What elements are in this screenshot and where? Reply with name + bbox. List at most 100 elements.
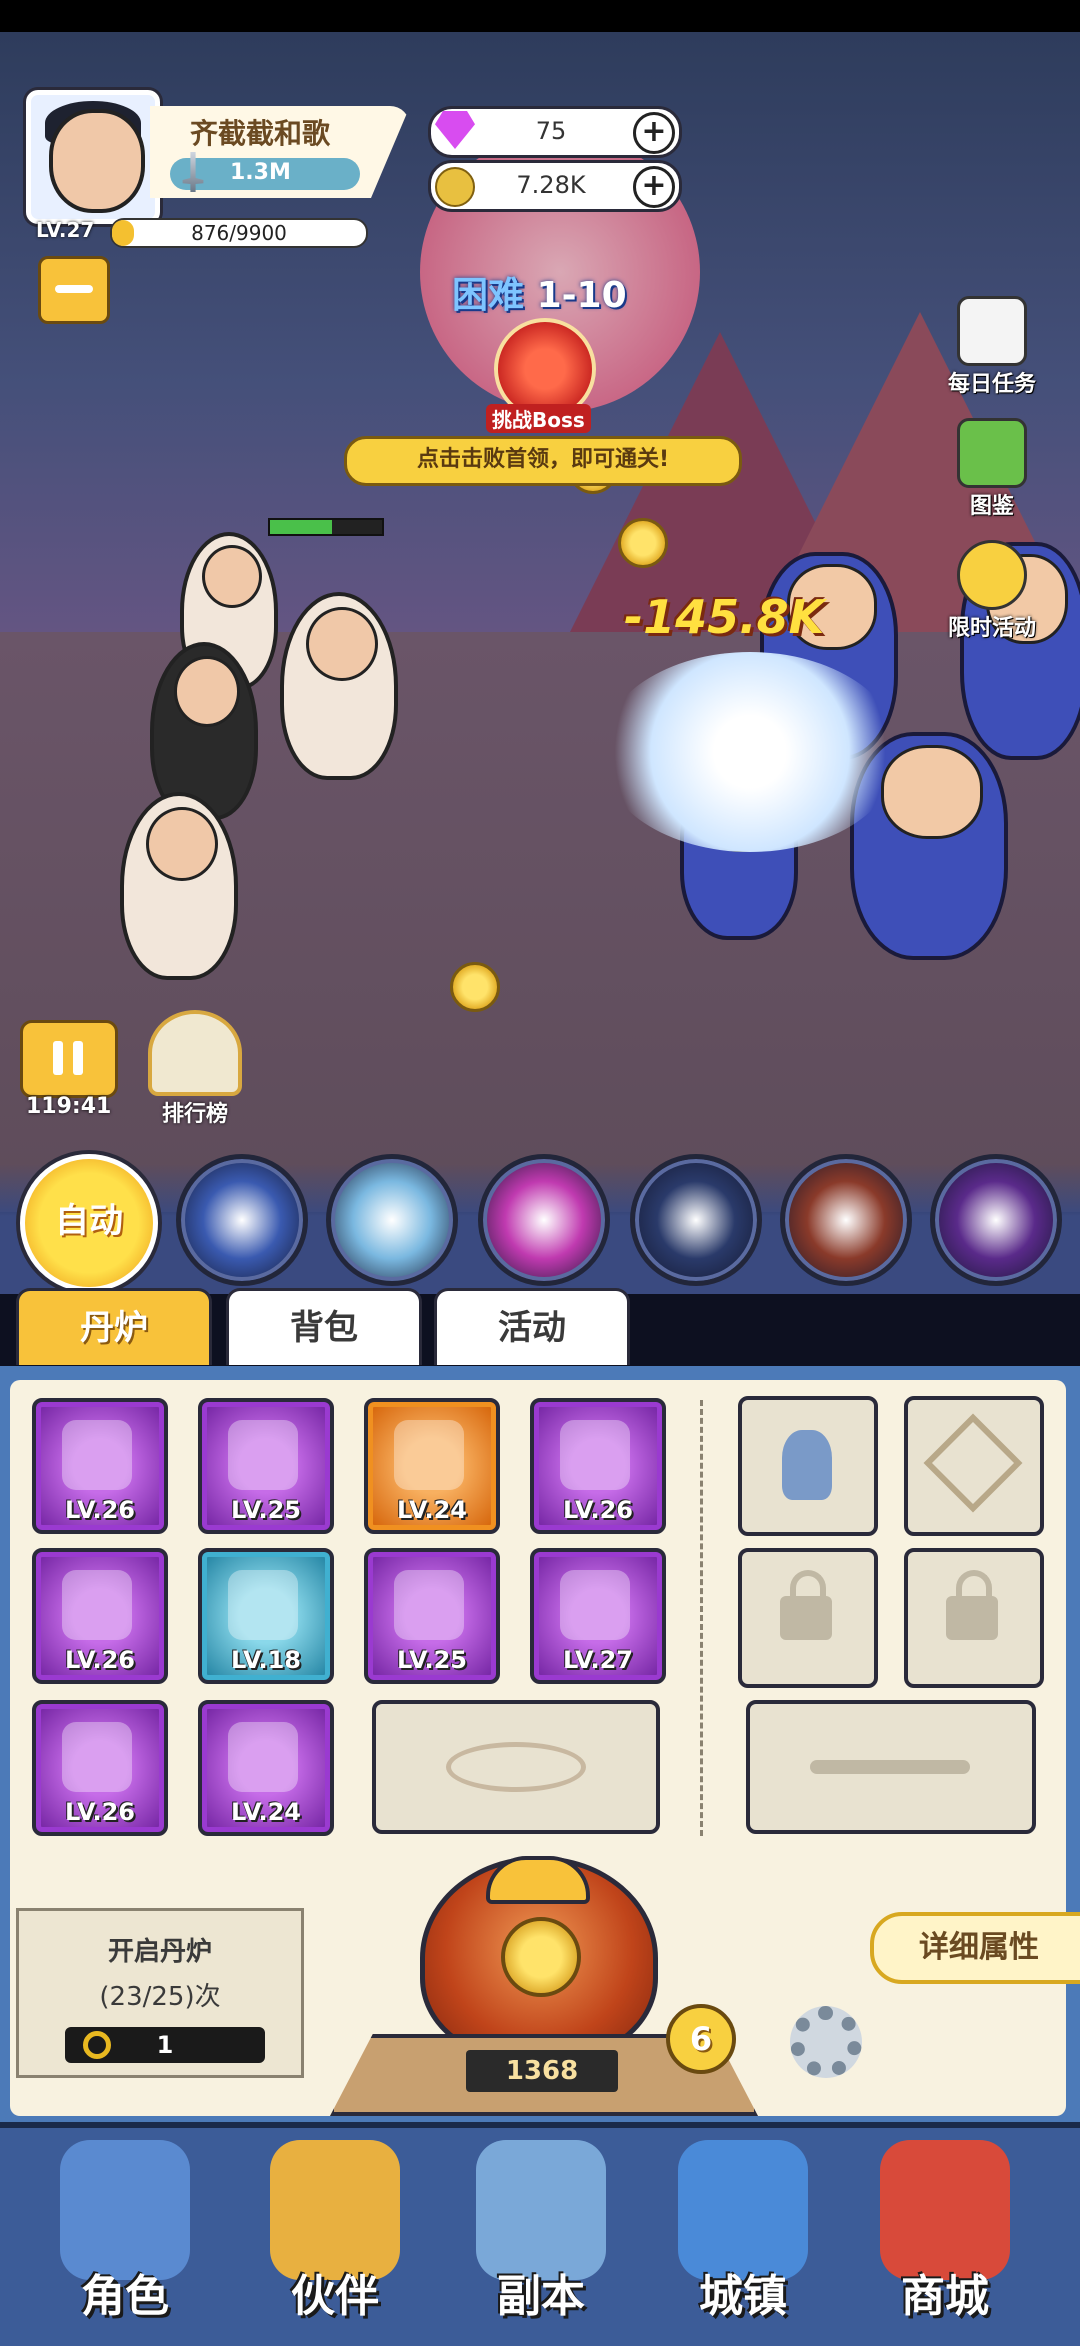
hero-character-main — [280, 592, 398, 780]
daily-tasks-button[interactable]: 每日任务 — [932, 296, 1052, 398]
skill-beast-icon[interactable] — [780, 1154, 912, 1286]
sword-icon — [182, 152, 204, 192]
town-icon — [678, 2140, 808, 2280]
item-level: LV.26 — [65, 1496, 135, 1524]
tab-bar: 丹炉 背包 活动 — [0, 1286, 1080, 1366]
gem-icon — [435, 111, 475, 149]
inventory-slot[interactable]: LV.18 — [198, 1548, 334, 1684]
stage-difficulty: 困难 — [452, 275, 525, 316]
detail-attributes-button[interactable]: 详细属性 — [870, 1912, 1080, 1984]
equip-slot-formation[interactable] — [372, 1700, 660, 1834]
equip-slot-locked[interactable] — [904, 1548, 1044, 1688]
event-icon — [957, 540, 1027, 610]
coin-icon — [501, 1917, 581, 1997]
skill-vortex-icon[interactable] — [478, 1154, 610, 1286]
codex-label: 图鉴 — [969, 494, 1014, 519]
inventory-slot[interactable]: LV.26 — [530, 1398, 666, 1534]
inventory-slot[interactable]: LV.26 — [32, 1700, 168, 1836]
tab-bag[interactable]: 背包 — [226, 1288, 422, 1365]
codex-button[interactable]: 图鉴 — [932, 418, 1052, 520]
key-count: 1 — [156, 2031, 174, 2059]
pause-button[interactable] — [20, 1020, 118, 1098]
item-level: LV.24 — [231, 1798, 301, 1826]
fire-orb-icon — [560, 1570, 630, 1640]
nav-item-character[interactable]: 角色 — [40, 2140, 210, 2330]
item-level: LV.25 — [397, 1646, 467, 1674]
furnace-info: 开启丹炉 (23/25)次 1 — [16, 1908, 304, 2078]
combat-power-value: 1.3M — [230, 160, 291, 185]
nav-item-partner[interactable]: 伙伴 — [250, 2140, 420, 2330]
dragon-orb-icon — [560, 1420, 630, 1490]
boots-icon — [228, 1420, 298, 1490]
status-bar — [0, 0, 1080, 32]
ranking-button[interactable]: 排行榜 — [140, 1010, 250, 1128]
dagger-icon — [62, 1420, 132, 1490]
equip-slot-hexagram[interactable] — [904, 1396, 1044, 1536]
skill-shuriken-icon[interactable] — [930, 1154, 1062, 1286]
gold-coin-drop[interactable] — [450, 962, 500, 1012]
player-avatar[interactable] — [26, 90, 160, 224]
item-level: LV.18 — [231, 1646, 301, 1674]
inventory-slot[interactable]: LV.24 — [198, 1700, 334, 1836]
inventory-slot[interactable]: LV.27 — [530, 1548, 666, 1684]
inventory-slot[interactable]: LV.25 — [198, 1398, 334, 1534]
bell-icon — [782, 1430, 832, 1500]
equip-slot-locked[interactable] — [738, 1548, 878, 1688]
item-level: LV.24 — [397, 1496, 467, 1524]
tab-furnace[interactable]: 丹炉 — [16, 1288, 212, 1365]
gold-icon — [435, 167, 475, 207]
limited-event-button[interactable]: 限时活动 — [932, 540, 1052, 642]
stage-title: 困难 1-10 — [452, 266, 627, 318]
gold-coin-drop[interactable] — [618, 518, 668, 568]
lock-icon — [780, 1570, 832, 1640]
player-level: LV.27 — [36, 218, 95, 242]
player-namecard[interactable]: 齐截截和歌 1.3M — [150, 106, 410, 198]
equip-slot-weapon[interactable] — [746, 1700, 1036, 1834]
gem-value: 75 — [535, 117, 567, 145]
nav-label: 商城 — [901, 2271, 989, 2322]
armor-icon — [394, 1420, 464, 1490]
lock-icon — [946, 1570, 998, 1640]
hero-health-bar — [268, 518, 384, 536]
task-icon — [957, 296, 1027, 366]
trophy-icon — [148, 1010, 242, 1096]
key-icon — [83, 2031, 111, 2059]
item-level: LV.26 — [65, 1798, 135, 1826]
hero-character — [120, 792, 238, 980]
add-gems-button[interactable]: + — [633, 112, 675, 154]
furnace-title: 开启丹炉 — [107, 1937, 212, 1967]
nav-label: 伙伴 — [291, 2271, 379, 2322]
skill-unicorn-icon[interactable] — [326, 1154, 458, 1286]
character-icon — [60, 2140, 190, 2280]
item-level: LV.26 — [563, 1496, 633, 1524]
furnace-level-badge: 6 — [666, 2004, 736, 2074]
inventory-slot[interactable]: LV.26 — [32, 1548, 168, 1684]
limited-event-label: 限时活动 — [947, 616, 1036, 641]
book-icon — [957, 418, 1027, 488]
nav-item-shop[interactable]: 商城 — [860, 2140, 1030, 2330]
gold-counter: 7.28K + — [428, 160, 682, 212]
add-gold-button[interactable]: + — [633, 166, 675, 208]
damage-number: -145.8K — [624, 590, 825, 644]
pendant-icon — [394, 1570, 464, 1640]
exp-text: 876/9900 — [191, 221, 287, 245]
inventory-slot[interactable]: LV.25 — [364, 1548, 500, 1684]
inventory-slot[interactable]: LV.26 — [32, 1398, 168, 1534]
shop-icon — [880, 2140, 1010, 2280]
collapse-menu-button[interactable] — [38, 256, 110, 324]
inventory-slot[interactable]: LV.24 — [364, 1398, 500, 1534]
skill-lightning-icon[interactable] — [630, 1154, 762, 1286]
skill-meteor-icon[interactable] — [176, 1154, 308, 1286]
nav-item-scroll[interactable]: 副本 — [456, 2140, 626, 2330]
tab-activity[interactable]: 活动 — [434, 1288, 630, 1365]
item-level: LV.26 — [65, 1646, 135, 1674]
battle-timer: 119:41 — [26, 1094, 112, 1119]
exp-bar: 876/9900 — [110, 218, 368, 248]
nav-label: 副本 — [497, 2271, 585, 2322]
gear-icon[interactable] — [790, 2006, 862, 2078]
formation-icon — [446, 1742, 586, 1792]
nav-item-town[interactable]: 城镇 — [658, 2140, 828, 2330]
daily-tasks-label: 每日任务 — [947, 372, 1036, 397]
equip-slot-bell[interactable] — [738, 1396, 878, 1536]
auto-button[interactable]: 自动 — [20, 1154, 158, 1292]
